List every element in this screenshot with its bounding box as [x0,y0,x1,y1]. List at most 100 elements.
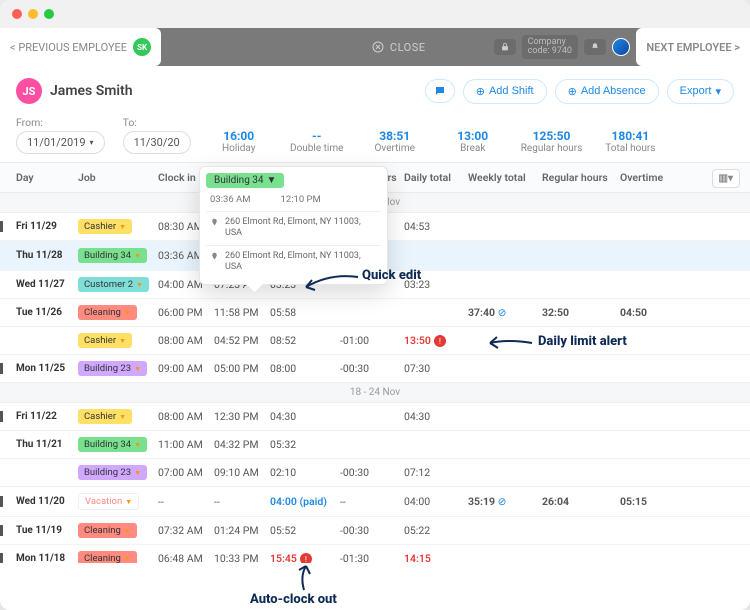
next-employee-button[interactable]: NEXT EMPLOYEE > [636,28,750,66]
job-tag[interactable]: Cleaning▼ [78,523,137,538]
cell-break: -01:30 [340,552,404,563]
cell-total: 05:32 [270,438,340,451]
from-date-input[interactable]: 11/01/2019▾ [16,131,105,154]
alert-icon: ! [300,553,312,563]
table-row[interactable]: Wed 11/20Vacation▼----04:00 (paid)--04:0… [0,487,750,517]
cell-clock-in[interactable]: 08:00 AM [158,410,214,423]
job-tag[interactable]: Cashier▼ [78,409,132,424]
table-row[interactable]: Tue 11/26Cleaning▼ 06:00 PM11:58 PM05:58 3… [0,299,750,327]
table-row[interactable]: Tue 11/19Cleaning▼07:32 AM01:24 PM05:52-… [0,517,750,545]
cell-total: 04:00 (paid) [270,495,340,508]
job-tag[interactable]: Cashier▼ [78,219,132,234]
export-label: Export [680,85,712,97]
window-close-dot[interactable] [12,9,22,19]
table-row[interactable]: Thu 11/21Building 34▼11:00 AM04:32 PM05:… [0,431,750,459]
cell-daily-total: 04:53 [404,220,468,233]
prev-employee-button[interactable]: < PREVIOUS EMPLOYEE SK [0,28,161,66]
alert-icon: ! [434,335,446,347]
cell-clock-in[interactable]: 11:00 AM [158,438,214,451]
cell-clock-out[interactable]: 04:52 PM [214,334,270,347]
cell-day: Tue 11/26 [16,307,78,318]
to-label: To: [123,116,191,129]
stat-regular: 125:50Regular hours [521,129,583,154]
job-tag[interactable]: Building 23▼ [78,361,147,376]
cell-clock-in[interactable]: 08:00 AM [158,334,214,347]
cell-clock-out[interactable]: 10:33 PM [214,552,270,563]
job-tag[interactable]: Cleaning▼ [78,551,137,563]
job-tag[interactable]: Cleaning▼ [78,305,137,320]
chat-button[interactable] [425,79,455,103]
close-button[interactable]: CLOSE [161,41,636,54]
job-tag[interactable]: Building 23▼ [78,465,147,480]
add-absence-label: Add Absence [581,85,646,97]
export-button[interactable]: Export ▾ [667,79,734,104]
window-min-dot[interactable] [28,9,38,19]
chevron-down-icon: ▼ [119,223,126,231]
cell-clock-out[interactable]: 12:30 PM [214,410,270,423]
add-absence-button[interactable]: ⊕ Add Absence [555,79,659,104]
window-max-dot[interactable] [44,9,54,19]
stat-total: 180:41Total hours [600,129,660,154]
cell-daily-total: 13:50! [404,334,468,348]
job-tag[interactable]: Cashier▼ [78,333,132,348]
job-tag[interactable]: Building 34▼ [78,437,147,452]
cell-break: -01:00 [340,334,404,347]
popover-job-tag[interactable]: Building 34▼ [206,173,284,188]
cell-clock-out[interactable]: 11:58 PM [214,306,270,319]
cell-clock-out[interactable]: 01:24 PM [214,524,270,537]
cell-clock-in[interactable]: 07:00 AM [158,466,214,479]
cell-day: Wed 11/20 [0,496,78,507]
stat-holiday: 16:00Holiday [209,129,269,154]
cell-clock-out[interactable]: 09:10 AM [214,466,270,479]
cell-total: 15:45! [270,552,340,563]
cell-break: -- [340,495,404,508]
table-row[interactable]: Cashier▼08:00 AM04:52 PM08:52-01:0013:50… [0,327,750,355]
chevron-down-icon: ▼ [119,337,126,345]
cell-day: Fri 11/29 [0,221,78,232]
add-shift-button[interactable]: ⊕ Add Shift [463,79,547,104]
job-tag[interactable]: Customer 2▼ [78,277,149,292]
table-row[interactable]: Fri 11/22Cashier▼08:00 AM12:30 PM04:3004… [0,403,750,431]
chevron-down-icon: ▼ [134,469,141,477]
prev-employee-avatar: SK [133,38,151,56]
chevron-down-icon: ▼ [124,309,131,317]
cell-regular: 32:50 [542,306,620,319]
table-row[interactable]: Mon 11/25Building 23▼ 09:00 AM05:00 PM08:… [0,355,750,383]
pin-icon [210,218,219,227]
cell-daily-total: 07:30 [404,362,468,375]
annotation-auto-out: Auto-clock out [250,592,337,607]
stat-break: 13:00Break [443,129,503,154]
cell-daily-total: 05:22 [404,524,468,537]
shift-popover[interactable]: Building 34▼ 03:36 AM12:10 PM 260 Elmont… [199,166,388,285]
chevron-down-icon: ▼ [124,527,131,535]
cell-total: 08:00 [270,362,340,375]
cell-clock-in[interactable]: 06:00 PM [158,306,214,319]
cell-daily-total: 07:12 [404,466,468,479]
columns-picker-button[interactable]: ▥▾ [712,169,740,188]
cell-clock-out[interactable]: 04:32 PM [214,438,270,451]
cell-day: Mon 11/25 [0,363,78,374]
cell-clock-in[interactable]: -- [158,495,214,508]
next-employee-label: NEXT EMPLOYEE > [646,41,740,54]
employee-name: James Smith [50,83,133,99]
cell-clock-in[interactable]: 09:00 AM [158,362,214,375]
to-date-input[interactable]: 11/30/20 [123,131,191,154]
chevron-down-icon: ▼ [125,498,132,506]
cell-overtime: 04:50 [620,306,672,319]
close-icon [372,41,384,53]
cell-daily-total: 03:23 [404,278,468,291]
table-row[interactable]: Mon 11/18Cleaning▼06:48 AM10:33 PM15:45!… [0,545,750,563]
cell-clock-out[interactable]: -- [214,495,270,508]
plus-icon: ⊕ [476,85,485,98]
job-tag[interactable]: Vacation▼ [78,493,139,510]
job-tag[interactable]: Building 34▼ [78,248,147,263]
cell-clock-in[interactable]: 07:32 AM [158,524,214,537]
arrow-icon [290,562,320,592]
table-row[interactable]: Building 23▼07:00 AM09:10 AM02:10-00:300… [0,459,750,487]
cell-overtime: 05:15 [620,495,672,508]
cell-clock-out[interactable]: 05:00 PM [214,362,270,375]
cell-total: 05:58 [270,306,340,319]
cell-break: -00:30 [340,524,404,537]
cell-day: Wed 11/27 [16,279,78,290]
cell-clock-in[interactable]: 06:48 AM [158,552,214,563]
